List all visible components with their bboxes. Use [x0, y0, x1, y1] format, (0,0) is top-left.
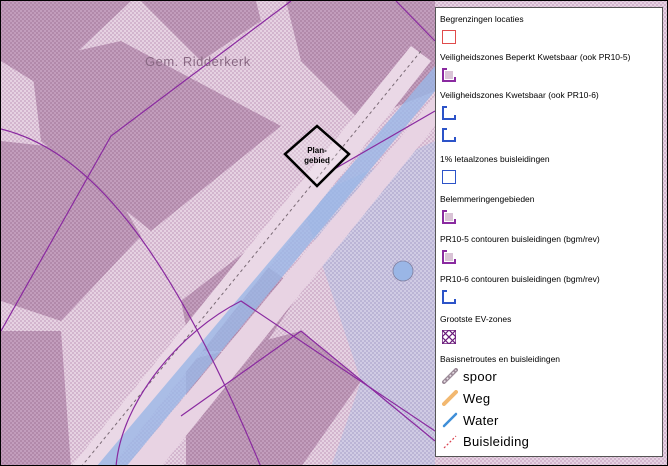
legend-route-label: spoor	[463, 369, 498, 384]
map-frame: Gem. Ridderkerk Plan- gebied Begrenzinge…	[0, 0, 668, 466]
place-label: Gem. Ridderkerk	[145, 54, 251, 69]
purple-bracket-icon	[442, 68, 456, 82]
plan-area-label-line1: Plan-	[307, 146, 327, 155]
legend-item-label: Veiligheidszones Beperkt Kwetsbaar (ook …	[440, 52, 631, 62]
legend-route-label: Buisleiding	[463, 434, 530, 449]
plan-area-label: Plan- gebied	[295, 146, 339, 166]
legend-item-label: Grootste EV-zones	[440, 314, 512, 324]
legend-item-label: PR10-5 contouren buisleidingen (bgm/rev)	[440, 234, 600, 244]
legend-item-label: Begrenzingen locaties	[440, 14, 524, 24]
checker-square-icon	[442, 330, 456, 344]
legend-item-label: PR10-6 contouren buisleidingen (bgm/rev)	[440, 274, 600, 284]
blue-bracket-icon	[442, 128, 456, 142]
building-block	[1, 331, 71, 465]
legend-item-label: Veiligheidszones Kwetsbaar (ook PR10-6)	[440, 90, 599, 100]
pipeline-line-icon	[443, 435, 457, 449]
purple-bracket-icon	[442, 250, 456, 264]
legend-panel: Begrenzingen locaties Veiligheidszones B…	[435, 7, 663, 457]
blue-bracket-icon	[442, 106, 456, 120]
water-line-icon	[442, 412, 458, 428]
plan-area-label-line2: gebied	[304, 156, 330, 165]
red-square-outline-icon	[442, 30, 456, 44]
rail-line-icon	[442, 368, 458, 384]
legend-route-label: Water	[463, 413, 499, 428]
blue-square-outline-icon	[442, 170, 456, 184]
legend-route-label: Weg	[463, 391, 491, 406]
legend-item-label: 1% letaalzones buisleidingen	[440, 154, 550, 164]
round-feature	[392, 260, 414, 282]
purple-bracket-icon	[442, 210, 456, 224]
legend-item-label: Belemmeringengebieden	[440, 194, 535, 204]
legend-routes-title: Basisnetroutes en buisleidingen	[440, 354, 561, 364]
road-line-icon	[442, 390, 458, 406]
blue-bracket-icon	[442, 290, 456, 304]
